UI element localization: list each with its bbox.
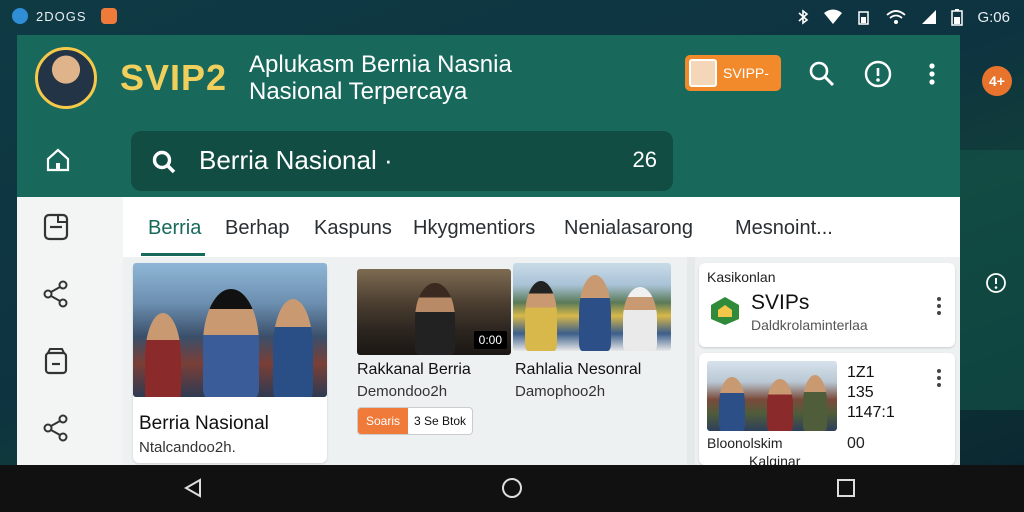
tagline: Aplukasm Bernia Nasnia Nasional Terperca… (249, 51, 579, 105)
info-icon[interactable] (863, 59, 893, 89)
active-tab-indicator (141, 253, 205, 256)
tab-berria[interactable]: Berria (148, 217, 201, 240)
home-icon[interactable] (44, 146, 72, 174)
side-item-stat-3: 1147:1 (847, 404, 895, 421)
navigation-bar (0, 465, 1024, 512)
photo-figure (719, 377, 745, 431)
home-nav-icon[interactable] (501, 477, 523, 499)
news-photo (133, 263, 327, 397)
brand-title: SVIP2 (120, 57, 228, 98)
recents-icon[interactable] (835, 477, 857, 499)
search-bar[interactable]: Berria Nasional · 26 (131, 131, 673, 191)
photo-figure (579, 275, 611, 351)
news-card-subtitle: Damophoo2h (515, 383, 606, 400)
app-icon (12, 8, 28, 24)
app-window: SVIP2 Aplukasm Bernia Nasnia Nasional Te… (17, 35, 960, 465)
battery-icon (951, 9, 964, 26)
side-item-caption: Bloonolskim (707, 435, 783, 451)
tagline-line-1: Aplukasm Bernia Nasnia (249, 51, 512, 78)
side-item-stat-1: 1Z1 (847, 364, 875, 381)
photo-figure (273, 299, 313, 397)
promo-button[interactable]: SVIPP- (685, 55, 781, 91)
more-vert-icon[interactable] (937, 297, 941, 318)
more-vert-icon[interactable] (937, 369, 941, 390)
notification-fab[interactable]: 4+ (982, 66, 1012, 96)
side-panel-brand-sub: Daldkrolaminterlaa (751, 317, 868, 333)
side-panel-title: Kasikonlan (707, 269, 776, 285)
app-header: SVIP2 Aplukasm Bernia Nasnia Nasional Te… (17, 35, 960, 197)
photo-figure (803, 375, 827, 431)
video-duration: 0:00 (473, 331, 507, 349)
side-panel-item[interactable]: 1Z1 135 1147:1 Bloonolskim 00 Kalginar (699, 353, 955, 465)
promo-label: SVIPP- (723, 65, 769, 81)
search-count: 26 (632, 147, 657, 172)
photo-figure (525, 281, 557, 351)
category-badge[interactable]: Soaris 3 Se Btok (357, 407, 474, 435)
search-bar-icon (152, 150, 176, 174)
news-card-title: Rahlalia Nesonral (515, 361, 642, 378)
share-icon[interactable] (42, 279, 70, 309)
tab-berhap[interactable]: Berhap (225, 217, 290, 240)
news-card-subtitle: Ntalcandoo2h. (139, 439, 236, 456)
tab-hkygmentiors[interactable]: Hkygmentiors (413, 217, 535, 240)
archive-icon[interactable] (42, 347, 70, 377)
side-item-stat-2: 135 (847, 384, 874, 401)
info-outline-icon[interactable] (985, 272, 1007, 294)
side-rail (17, 197, 121, 465)
tab-kaspuns[interactable]: Kaspuns (314, 217, 392, 240)
video-thumbnail[interactable]: 0:00 (357, 269, 511, 355)
avatar[interactable] (35, 47, 97, 109)
signal-icon (858, 11, 870, 25)
back-icon[interactable] (182, 477, 204, 499)
tagline-line-2: Nasional Terpercaya (249, 78, 468, 105)
notification-icon (100, 8, 117, 24)
photo-figure (767, 379, 793, 431)
category-tabs: Berria Berhap Kaspuns Hkygmentiors Nenia… (123, 197, 960, 258)
badge-label: Soaris (358, 408, 409, 434)
logo-icon (711, 297, 739, 325)
tab-nenialasarong[interactable]: Nenialasarong (564, 217, 693, 240)
bluetooth-icon (798, 9, 809, 25)
side-item-footer: Kalginar (749, 453, 801, 465)
status-time: G:06 (977, 8, 1010, 26)
column-divider (687, 257, 695, 465)
status-left-text: 2DOGS (36, 8, 87, 24)
search-icon[interactable] (807, 59, 837, 89)
wifi-strength-icon (886, 10, 907, 24)
photo-figure (145, 313, 181, 397)
share-icon-2[interactable] (42, 413, 70, 443)
side-item-stats: 1Z1 135 1147:1 (847, 363, 895, 423)
news-card-title: Rakkanal Berria (357, 361, 471, 378)
photo-figure (415, 283, 455, 355)
news-card-3[interactable]: Rahlalia Nesonral Damophoo2h (513, 263, 675, 463)
more-vert-icon[interactable] (917, 59, 947, 89)
promo-avatar (689, 59, 717, 87)
news-card-main[interactable]: Berria Nasional Ntalcandoo2h. (133, 263, 327, 463)
news-content: Berria Nasional Ntalcandoo2h. 0:00 Rakka… (123, 257, 960, 465)
news-card-subtitle: Demondoo2h (357, 383, 448, 400)
side-panel-brand: SVIPs (751, 291, 810, 314)
news-icon[interactable] (42, 212, 70, 242)
signal-bars-icon (922, 10, 937, 24)
news-card-title: Berria Nasional (139, 413, 269, 434)
side-panel-header-card[interactable]: Kasikonlan SVIPs Daldkrolaminterlaa (699, 263, 955, 347)
news-photo (513, 263, 671, 351)
tab-mesnoint[interactable]: Mesnoint... (735, 217, 833, 240)
photo-figure (203, 289, 259, 397)
photo-figure (623, 287, 657, 351)
wifi-icon (824, 9, 843, 24)
search-input[interactable]: Berria Nasional · (199, 145, 393, 176)
status-bar: 2DOGS G:06 (0, 0, 1024, 34)
side-item-count: 00 (847, 435, 865, 452)
news-photo (707, 361, 837, 431)
badge-detail: 3 Se Btok (414, 414, 467, 428)
